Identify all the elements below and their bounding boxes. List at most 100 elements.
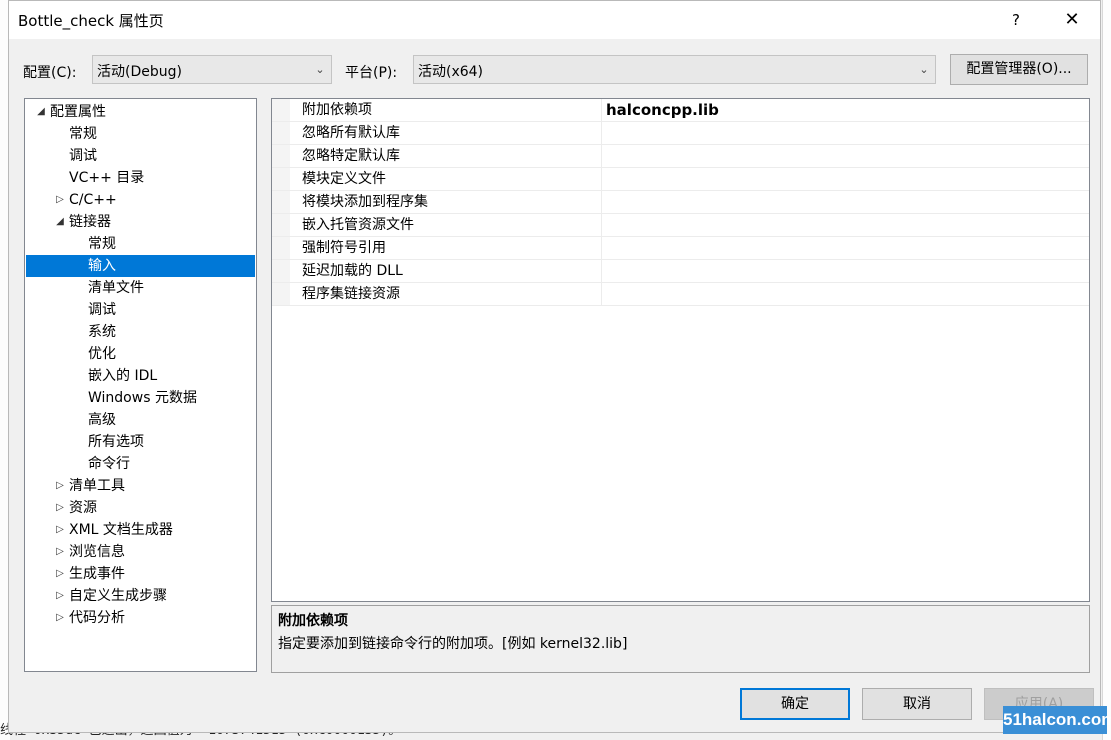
property-row[interactable]: 强制符号引用 [272,237,1089,260]
tree-item[interactable]: ▷ 清单工具 [26,475,255,497]
help-button[interactable]: ? [999,5,1033,35]
tree-item-label: 系统 [88,324,116,340]
property-row[interactable]: 嵌入托管资源文件 [272,214,1089,237]
property-name: 模块定义文件 [302,171,386,187]
tree-item[interactable]: ▷ 代码分析 [26,607,255,629]
tree-item[interactable]: 清单文件 [26,277,255,299]
ok-button[interactable]: 确定 [740,688,850,720]
platform-label: 平台(P): [345,65,398,81]
tree-item[interactable]: ▷ C/C++ [26,189,255,211]
row-gutter [272,237,290,259]
platform-select[interactable]: 活动(x64) ⌄ [413,55,936,84]
property-name: 延迟加载的 DLL [302,263,403,279]
config-select[interactable]: 活动(Debug) ⌄ [92,55,332,84]
tree-item[interactable]: ◢ 配置属性 [26,101,255,123]
tree-item[interactable]: ▷ 浏览信息 [26,541,255,563]
cancel-button[interactable]: 取消 [862,688,972,720]
property-value[interactable]: halconcpp.lib [606,99,719,121]
row-gutter [272,260,290,282]
tree-item[interactable]: ▷ 资源 [26,497,255,519]
property-name: 附加依赖项 [302,102,372,118]
tree-item-label: 嵌入的 IDL [88,368,158,384]
tree-item-label: 生成事件 [69,566,125,582]
tree-item[interactable]: 命令行 [26,453,255,475]
column-divider [601,214,602,236]
row-gutter [272,145,290,167]
column-divider [601,99,602,121]
tree-item[interactable]: 所有选项 [26,431,255,453]
expand-arrow-icon[interactable]: ▷ [54,475,66,497]
row-gutter [272,283,290,305]
expand-arrow-icon[interactable]: ▷ [54,563,66,585]
expand-arrow-icon[interactable]: ▷ [54,607,66,629]
tree-item[interactable]: Windows 元数据 [26,387,255,409]
collapse-arrow-icon[interactable]: ◢ [54,211,66,233]
expand-arrow-icon[interactable]: ▷ [54,541,66,563]
expand-arrow-icon[interactable]: ▷ [54,497,66,519]
tree-item-label: 代码分析 [69,610,125,626]
property-name: 强制符号引用 [302,240,386,256]
config-manager-button[interactable]: 配置管理器(O)... [950,54,1088,85]
config-select-value: 活动(Debug) [97,64,182,80]
tree-item[interactable]: 优化 [26,343,255,365]
property-name: 忽略所有默认库 [302,125,400,141]
expand-arrow-icon[interactable]: ▷ [54,585,66,607]
tree-item[interactable]: ▷ XML 文档生成器 [26,519,255,541]
tree-item[interactable]: 系统 [26,321,255,343]
column-divider [601,191,602,213]
property-row[interactable]: 附加依赖项 halconcpp.lib [272,99,1089,122]
property-grid: 附加依赖项 halconcpp.lib 忽略所有默认库 忽略特定默认库 模块定义文件将模… [271,98,1090,602]
row-gutter [272,191,290,213]
tree-item[interactable]: VC++ 目录 [26,167,255,189]
tree-item-label: 配置属性 [50,104,106,120]
dialog-title: Bottle_check 属性页 [18,12,164,30]
watermark-logo: 51halcon.com [1003,706,1111,734]
tree-item[interactable]: 嵌入的 IDL [26,365,255,387]
expand-arrow-icon[interactable]: ▷ [54,189,66,211]
tree-item-label: 高级 [88,412,116,428]
property-row[interactable]: 忽略特定默认库 [272,145,1089,168]
property-row[interactable]: 延迟加载的 DLL [272,260,1089,283]
platform-select-value: 活动(x64) [418,64,484,80]
tree-item-label: 常规 [69,126,97,142]
chevron-down-icon: ⌄ [315,63,325,76]
tree-item[interactable]: ▷ 生成事件 [26,563,255,585]
description-text: 指定要添加到链接命令行的附加项。[例如 kernel32.lib] [278,636,628,652]
tree-item-label: 命令行 [88,456,130,472]
tree-item-label: 浏览信息 [69,544,125,560]
property-name: 将模块添加到程序集 [302,194,428,210]
tree-item-label: XML 文档生成器 [69,522,173,538]
tree-item-label: 输入 [88,258,116,274]
tree-item-label: 清单文件 [88,280,144,296]
property-row[interactable]: 程序集链接资源 [272,283,1089,306]
tree-item[interactable]: 调试 [26,145,255,167]
property-name: 忽略特定默认库 [302,148,400,164]
property-row[interactable]: 将模块添加到程序集 [272,191,1089,214]
tree-item-label: 资源 [69,500,97,516]
column-divider [601,168,602,190]
close-button[interactable]: ✕ [1055,5,1089,35]
tree-item[interactable]: 输入 [26,255,255,277]
row-gutter [272,168,290,190]
tree-item-label: 常规 [88,236,116,252]
tree-item[interactable]: 高级 [26,409,255,431]
tree-item-label: 调试 [88,302,116,318]
tree-item[interactable]: ◢ 链接器 [26,211,255,233]
description-title: 附加依赖项 [278,613,348,629]
tree-item[interactable]: 调试 [26,299,255,321]
tree-item[interactable]: ▷ 自定义生成步骤 [26,585,255,607]
title-bar: Bottle_check 属性页 ? ✕ [9,1,1100,39]
expand-arrow-icon[interactable]: ▷ [54,519,66,541]
tree-item[interactable]: 常规 [26,233,255,255]
tree-item-label: 调试 [69,148,97,164]
tree-item-label: C/C++ [69,192,117,208]
property-pages-dialog: Bottle_check 属性页 ? ✕ 配置(C): 活动(Debug) ⌄ … [8,0,1101,733]
tree-item[interactable]: 常规 [26,123,255,145]
row-gutter [272,122,290,144]
property-row[interactable]: 忽略所有默认库 [272,122,1089,145]
collapse-arrow-icon[interactable]: ◢ [35,101,47,123]
property-row[interactable]: 模块定义文件 [272,168,1089,191]
column-divider [601,260,602,282]
column-divider [601,145,602,167]
row-gutter [272,99,290,121]
